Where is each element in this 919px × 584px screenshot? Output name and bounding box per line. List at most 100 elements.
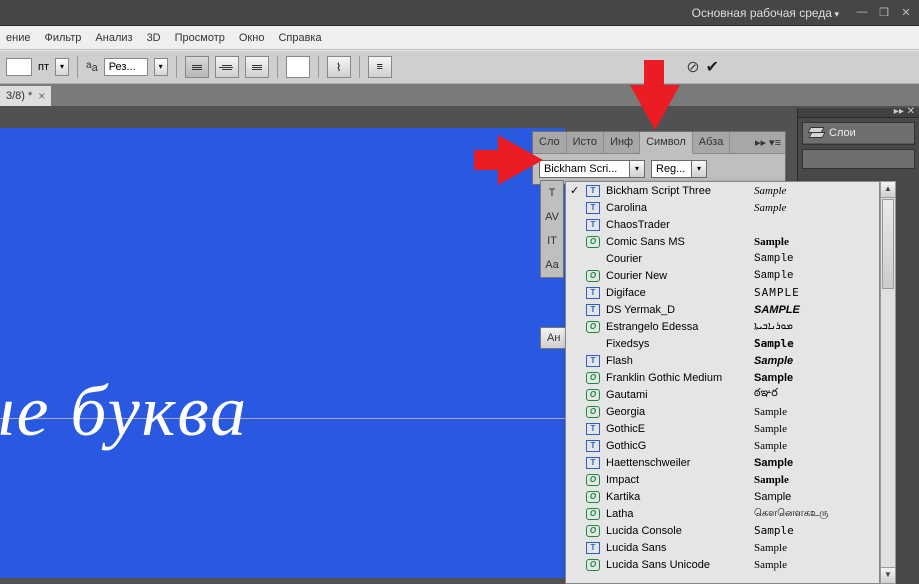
- font-name-label: DS Yermak_D: [606, 304, 748, 316]
- font-option[interactable]: OGautamiఠఞర: [566, 386, 879, 403]
- font-option[interactable]: OFranklin Gothic MediumSample: [566, 369, 879, 386]
- menu-item[interactable]: Окно: [239, 32, 265, 44]
- scroll-down-button[interactable]: ▼: [881, 567, 895, 583]
- font-option[interactable]: OLucida Sans UnicodeSample: [566, 556, 879, 573]
- opentype-icon: O: [586, 559, 600, 571]
- font-family-combo[interactable]: Bickham Scri... ▾: [539, 160, 645, 178]
- opentype-icon: O: [586, 372, 600, 384]
- font-option[interactable]: OLathaகெளனௌகஉரு: [566, 505, 879, 522]
- truetype-icon: T: [586, 219, 600, 231]
- panel-card[interactable]: [802, 149, 915, 169]
- font-option[interactable]: OComic Sans MSSample: [566, 233, 879, 250]
- font-option[interactable]: TDigifaceSAMPLE: [566, 284, 879, 301]
- font-name-label: Gautami: [606, 389, 748, 401]
- menu-item[interactable]: Справка: [278, 32, 321, 44]
- menu-item[interactable]: Фильтр: [44, 32, 81, 44]
- truetype-icon: T: [586, 304, 600, 316]
- font-sample-label: Sample: [754, 406, 787, 418]
- truetype-icon: T: [586, 202, 600, 214]
- menu-bar: ение Фильтр Анализ 3D Просмотр Окно Спра…: [0, 26, 919, 50]
- size-field[interactable]: [6, 58, 32, 76]
- font-sample-label: SAMPLE: [754, 304, 800, 316]
- font-option[interactable]: T DS Yermak_D SAMPLE: [566, 301, 879, 318]
- font-option[interactable]: TGothicESample: [566, 420, 879, 437]
- font-sample-label: Sample: [754, 559, 787, 571]
- character-panel-button[interactable]: ≡: [368, 56, 392, 78]
- commit-icon[interactable]: ✔: [706, 57, 719, 77]
- font-option[interactable]: Fixedsys Sample: [566, 335, 879, 352]
- scroll-up-button[interactable]: ▲: [881, 182, 895, 198]
- font-option[interactable]: TLucida SansSample: [566, 539, 879, 556]
- document-tab-label: 3/8) *: [6, 90, 32, 102]
- font-name-label: Estrangelo Edessa: [606, 321, 748, 333]
- font-option[interactable]: THaettenschweilerSample: [566, 454, 879, 471]
- minimize-icon[interactable]: —: [855, 6, 869, 19]
- tab-info[interactable]: Инф: [604, 132, 640, 153]
- truetype-icon: T: [586, 423, 600, 435]
- restore-icon[interactable]: ❐: [877, 6, 891, 19]
- panel-dock-collapse[interactable]: ▸▸ ✕: [798, 108, 919, 118]
- font-list-scrollbar[interactable]: ▲ ▼: [880, 181, 896, 584]
- chevron-down-icon[interactable]: ▾: [629, 160, 645, 178]
- font-name-label: Comic Sans MS: [606, 236, 748, 248]
- text-color[interactable]: [286, 56, 310, 78]
- close-icon[interactable]: ✕: [899, 6, 913, 19]
- font-name-label: Kartika: [606, 491, 748, 503]
- font-family-field[interactable]: Bickham Scri...: [539, 160, 629, 178]
- tab-character[interactable]: Символ: [640, 132, 693, 154]
- font-option[interactable]: OEstrangelo Edessaܡܘܪܢܐܒܝܬܐ: [566, 318, 879, 335]
- font-option[interactable]: TCarolinaSample: [566, 199, 879, 216]
- font-sample-label: Sample: [754, 355, 793, 367]
- font-option[interactable]: TChaosTrader: [566, 216, 879, 233]
- font-option[interactable]: TFlashSample: [566, 352, 879, 369]
- truetype-icon: T: [586, 457, 600, 469]
- chevron-down-icon[interactable]: ▾: [691, 160, 707, 178]
- scroll-thumb[interactable]: [882, 199, 894, 289]
- font-weight-field[interactable]: Reg...: [651, 160, 691, 178]
- font-option[interactable]: OKartikaSample: [566, 488, 879, 505]
- font-name-label: Fixedsys: [606, 338, 748, 350]
- font-option[interactable]: OImpactSample: [566, 471, 879, 488]
- artboard[interactable]: прСтисные буква С: [0, 128, 565, 578]
- character-panel: Сло Исто Инф Символ Абза ▸▸ ▾≡ Bickham S…: [532, 131, 786, 185]
- aa-field[interactable]: Рез...: [104, 58, 148, 76]
- document-tabs: 3/8) * ×: [0, 84, 919, 106]
- font-sample-label: Sample: [754, 474, 789, 486]
- font-option[interactable]: ✓TBickham Script ThreeSample: [566, 182, 879, 199]
- tab-history[interactable]: Исто: [567, 132, 604, 153]
- baseline-row-icon: Aa: [545, 257, 558, 273]
- pt-label: пт: [38, 61, 49, 73]
- menu-item[interactable]: ение: [6, 32, 30, 44]
- workspace-switcher[interactable]: Основная рабочая среда: [682, 3, 849, 23]
- close-icon[interactable]: ×: [38, 89, 45, 103]
- layers-panel-card[interactable]: Слои: [802, 122, 915, 145]
- menu-item[interactable]: Просмотр: [175, 32, 225, 44]
- font-weight-combo[interactable]: Reg... ▾: [651, 160, 707, 178]
- menu-item[interactable]: Анализ: [95, 32, 132, 44]
- size-dropdown[interactable]: ▾: [55, 58, 69, 76]
- character-panel-left-col: T AV IT Aa: [540, 180, 564, 278]
- font-sample-label: Sample: [754, 337, 794, 350]
- font-dropdown-list[interactable]: ✓TBickham Script ThreeSampleTCarolinaSam…: [565, 181, 880, 584]
- layers-label: Слои: [829, 127, 856, 139]
- align-left-button[interactable]: [185, 56, 209, 78]
- align-center-button[interactable]: [215, 56, 239, 78]
- opentype-icon: O: [586, 236, 600, 248]
- warp-text-button[interactable]: ⌇: [327, 56, 351, 78]
- menu-item[interactable]: 3D: [147, 32, 161, 44]
- cancel-icon[interactable]: ⊘: [686, 57, 699, 77]
- font-option[interactable]: TGothicGSample: [566, 437, 879, 454]
- font-name-label: GothicG: [606, 440, 748, 452]
- font-option[interactable]: OLucida ConsoleSample: [566, 522, 879, 539]
- font-option[interactable]: OCourier NewSample: [566, 267, 879, 284]
- font-option[interactable]: CourierSample: [566, 250, 879, 267]
- align-right-button[interactable]: [245, 56, 269, 78]
- document-tab[interactable]: 3/8) * ×: [0, 86, 52, 106]
- cursive-text[interactable]: прСтисные буква: [0, 370, 248, 453]
- panel-more-icon[interactable]: ▸▸ ▾≡: [751, 132, 785, 153]
- kerning-row-icon: AV: [545, 209, 559, 225]
- font-option[interactable]: OGeorgiaSample: [566, 403, 879, 420]
- language-button[interactable]: Ан: [540, 327, 567, 349]
- tab-paragraph[interactable]: Абза: [693, 132, 731, 153]
- aa-dropdown[interactable]: ▾: [154, 58, 168, 76]
